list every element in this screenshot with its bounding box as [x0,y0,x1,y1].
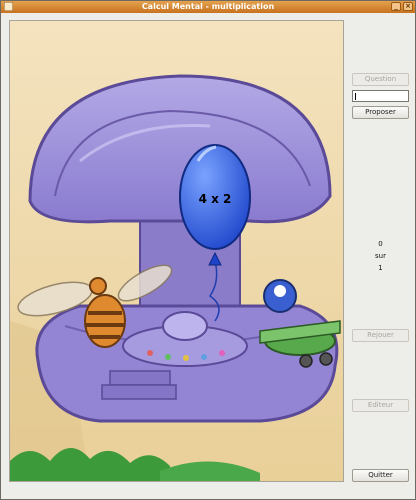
balloon-question: 4 x 2 [199,192,232,206]
question-button[interactable]: Question [352,73,409,86]
score-separator: sur [375,252,386,260]
close-icon[interactable]: × [403,2,413,11]
score-value: 0 [378,240,383,248]
game-scene: 4 x 2 [9,20,344,482]
editor-button[interactable]: Editeur [352,399,409,412]
bee [84,294,126,348]
title-bar: Calcul Mental - multiplication _ × [1,1,415,13]
scene-illustration: 4 x 2 [10,21,343,481]
score-total: 1 [378,264,383,272]
window-title: Calcul Mental - multiplication [141,2,275,11]
answer-input[interactable] [352,90,409,102]
replay-button[interactable]: Rejouer [352,329,409,342]
propose-button[interactable]: Proposer [352,106,409,119]
app-window: Calcul Mental - multiplication _ × 4 x 2… [0,0,416,500]
text-cursor [355,93,356,100]
minimize-icon[interactable]: _ [391,2,401,11]
quit-button[interactable]: Quitter [352,469,409,482]
app-icon [4,2,13,11]
